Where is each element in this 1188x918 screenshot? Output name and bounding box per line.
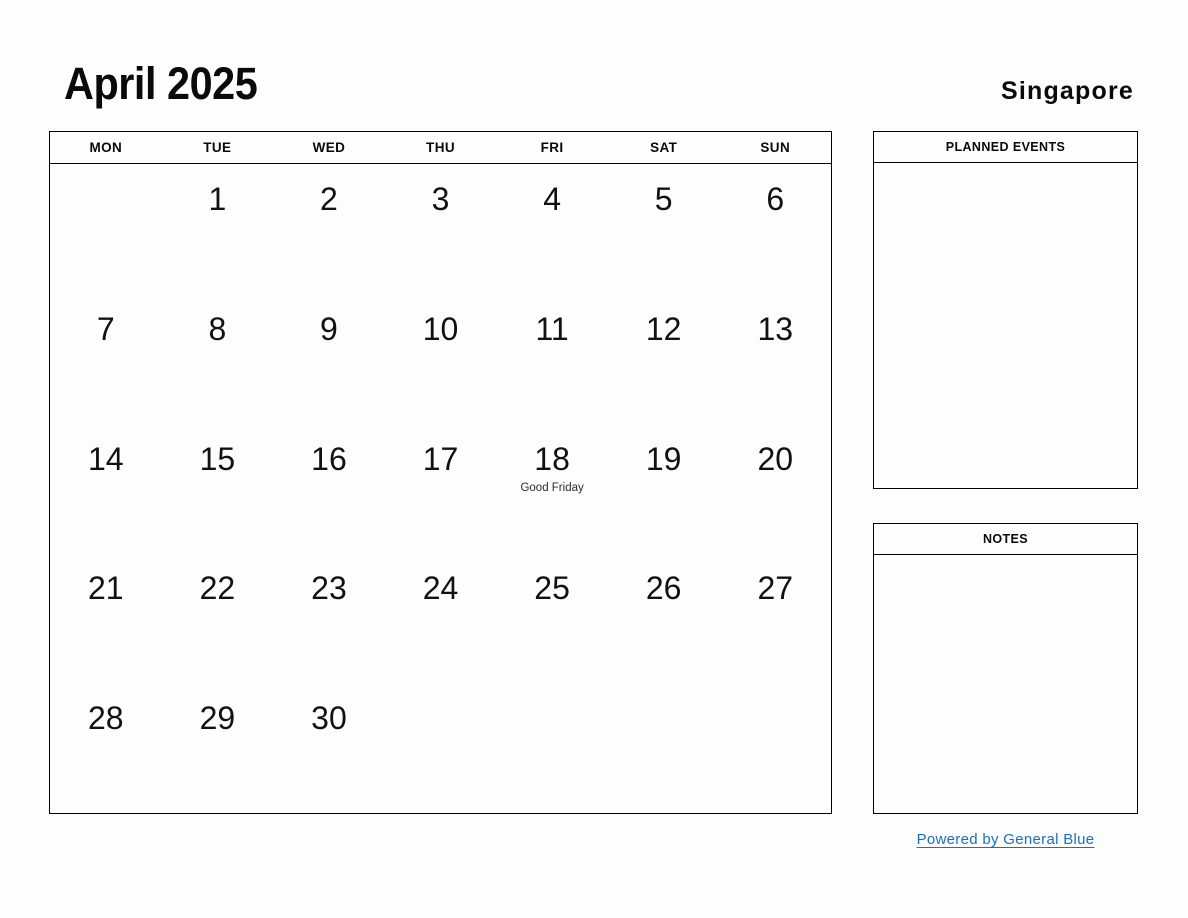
day-cell-empty bbox=[719, 683, 831, 813]
day-number: 27 bbox=[757, 570, 794, 607]
day-number: 29 bbox=[199, 700, 236, 737]
day-cell-30[interactable]: 30 bbox=[273, 683, 385, 813]
weekday-header-wed: WED bbox=[312, 140, 346, 155]
day-number: 8 bbox=[208, 310, 227, 347]
calendar-weeks: 1 2 3 4 5 6 7 8 9 10 11 12 13 14 15 16 17 18 Good Friday 19… bbox=[50, 164, 831, 813]
day-cell-9[interactable]: 9 bbox=[273, 294, 385, 424]
weekday-header-sun: SUN bbox=[760, 140, 791, 155]
day-cell-19[interactable]: 19 bbox=[608, 424, 720, 554]
day-cell-14[interactable]: 14 bbox=[50, 424, 162, 554]
day-number: 26 bbox=[645, 570, 682, 607]
week-row: 1 2 3 4 5 6 bbox=[50, 164, 831, 294]
day-cell-10[interactable]: 10 bbox=[385, 294, 497, 424]
day-number: 21 bbox=[87, 570, 124, 607]
region-name: Singapore bbox=[1000, 77, 1134, 105]
day-cell-3[interactable]: 3 bbox=[385, 164, 497, 294]
day-number: 4 bbox=[543, 181, 561, 217]
powered-by-link[interactable]: Powered by General Blue bbox=[873, 831, 1138, 848]
weekday-header-row: MON TUE WED THU FRI SAT SUN bbox=[50, 132, 831, 164]
day-cell-4[interactable]: 4 bbox=[496, 164, 608, 294]
day-cell-1[interactable]: 1 bbox=[162, 164, 274, 294]
day-cell-28[interactable]: 28 bbox=[50, 683, 162, 813]
weekday-header-fri: FRI bbox=[540, 140, 564, 155]
notes-panel: NOTES bbox=[873, 523, 1138, 814]
day-cell-18[interactable]: 18 Good Friday bbox=[496, 424, 608, 554]
day-number: 28 bbox=[87, 700, 124, 737]
day-cell-12[interactable]: 12 bbox=[608, 294, 720, 424]
day-cell-empty bbox=[50, 164, 162, 294]
day-number: 22 bbox=[199, 570, 236, 607]
day-number: 9 bbox=[320, 310, 338, 347]
notes-title: NOTES bbox=[874, 524, 1137, 555]
week-row: 14 15 16 17 18 Good Friday 19 20 bbox=[50, 424, 831, 554]
notes-body[interactable] bbox=[874, 555, 1137, 813]
day-cell-empty bbox=[496, 683, 608, 813]
day-number: 17 bbox=[422, 440, 459, 477]
day-cell-23[interactable]: 23 bbox=[273, 553, 385, 683]
weekday-header-thu: THU bbox=[426, 140, 455, 155]
week-row: 21 22 23 24 25 26 27 bbox=[50, 553, 831, 683]
day-cell-17[interactable]: 17 bbox=[385, 424, 497, 554]
day-cell-16[interactable]: 16 bbox=[273, 424, 385, 554]
day-cell-13[interactable]: 13 bbox=[719, 294, 831, 424]
day-cell-8[interactable]: 8 bbox=[162, 294, 274, 424]
day-number: 11 bbox=[535, 310, 569, 347]
day-number: 30 bbox=[311, 700, 347, 737]
day-cell-22[interactable]: 22 bbox=[162, 553, 274, 683]
weekday-header-mon: MON bbox=[89, 140, 123, 155]
day-cell-6[interactable]: 6 bbox=[719, 164, 831, 294]
week-row: 7 8 9 10 11 12 13 bbox=[50, 294, 831, 424]
day-cell-7[interactable]: 7 bbox=[50, 294, 162, 424]
day-number: 5 bbox=[654, 181, 673, 217]
day-number: 19 bbox=[645, 440, 682, 477]
day-cell-29[interactable]: 29 bbox=[162, 683, 274, 813]
day-number: 14 bbox=[87, 440, 124, 477]
weekday-header-tue: TUE bbox=[203, 140, 232, 155]
day-number: 23 bbox=[311, 570, 347, 607]
day-number: 10 bbox=[422, 310, 459, 347]
day-cell-20[interactable]: 20 bbox=[719, 424, 831, 554]
day-number: 7 bbox=[96, 310, 115, 347]
day-cell-2[interactable]: 2 bbox=[273, 164, 385, 294]
day-cell-26[interactable]: 26 bbox=[608, 553, 720, 683]
day-cell-empty bbox=[385, 683, 497, 813]
day-cell-21[interactable]: 21 bbox=[50, 553, 162, 683]
day-number: 16 bbox=[311, 440, 347, 477]
day-cell-25[interactable]: 25 bbox=[496, 553, 608, 683]
day-number: 1 bbox=[208, 181, 227, 217]
day-event-label: Good Friday bbox=[520, 481, 584, 494]
day-number: 15 bbox=[199, 440, 236, 477]
planned-events-title: PLANNED EVENTS bbox=[874, 132, 1137, 163]
day-number: 20 bbox=[757, 440, 794, 477]
day-cell-11[interactable]: 11 bbox=[496, 294, 608, 424]
day-cell-27[interactable]: 27 bbox=[719, 553, 831, 683]
weekday-header-sat: SAT bbox=[650, 140, 678, 155]
day-number: 18 bbox=[534, 440, 570, 477]
page-title: April 2025 bbox=[64, 58, 258, 109]
planned-events-body[interactable] bbox=[874, 163, 1137, 488]
planned-events-panel: PLANNED EVENTS bbox=[873, 131, 1138, 489]
day-cell-24[interactable]: 24 bbox=[385, 553, 497, 683]
day-number: 24 bbox=[422, 570, 459, 607]
day-number: 12 bbox=[645, 310, 682, 347]
day-number: 13 bbox=[757, 310, 794, 347]
week-row: 28 29 30 bbox=[50, 683, 831, 813]
day-cell-empty bbox=[608, 683, 720, 813]
day-number: 2 bbox=[320, 181, 338, 217]
day-number: 3 bbox=[431, 181, 450, 217]
day-number: 6 bbox=[766, 181, 785, 217]
day-number: 25 bbox=[534, 570, 570, 607]
calendar-grid: MON TUE WED THU FRI SAT SUN 1 2 3 4 5 6 7 8 9 10 11 12 13 1… bbox=[49, 131, 832, 814]
day-cell-5[interactable]: 5 bbox=[608, 164, 720, 294]
day-cell-15[interactable]: 15 bbox=[162, 424, 274, 554]
